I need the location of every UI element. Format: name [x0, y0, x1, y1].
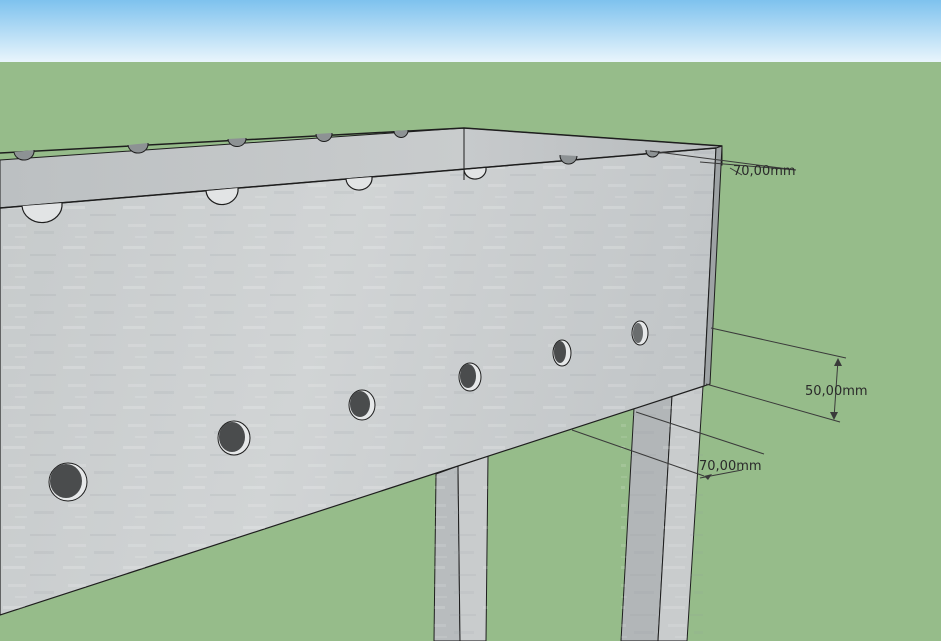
air-hole: [48, 462, 88, 502]
air-hole: [631, 320, 649, 346]
air-hole: [217, 420, 251, 456]
air-hole: [348, 389, 376, 421]
dimension-leg-label: 70,00mm: [699, 459, 762, 474]
leg-front[interactable]: [620, 385, 704, 641]
model-viewport[interactable]: 70,00mm 50,00mm 70,00mm: [0, 0, 941, 641]
dimension-top-label: 70,00mm: [733, 164, 796, 179]
air-hole: [458, 362, 482, 392]
sky: [0, 0, 941, 62]
leg-back[interactable]: [433, 455, 489, 641]
air-hole: [552, 339, 572, 367]
dimension-vertical-label: 50,00mm: [805, 384, 868, 399]
